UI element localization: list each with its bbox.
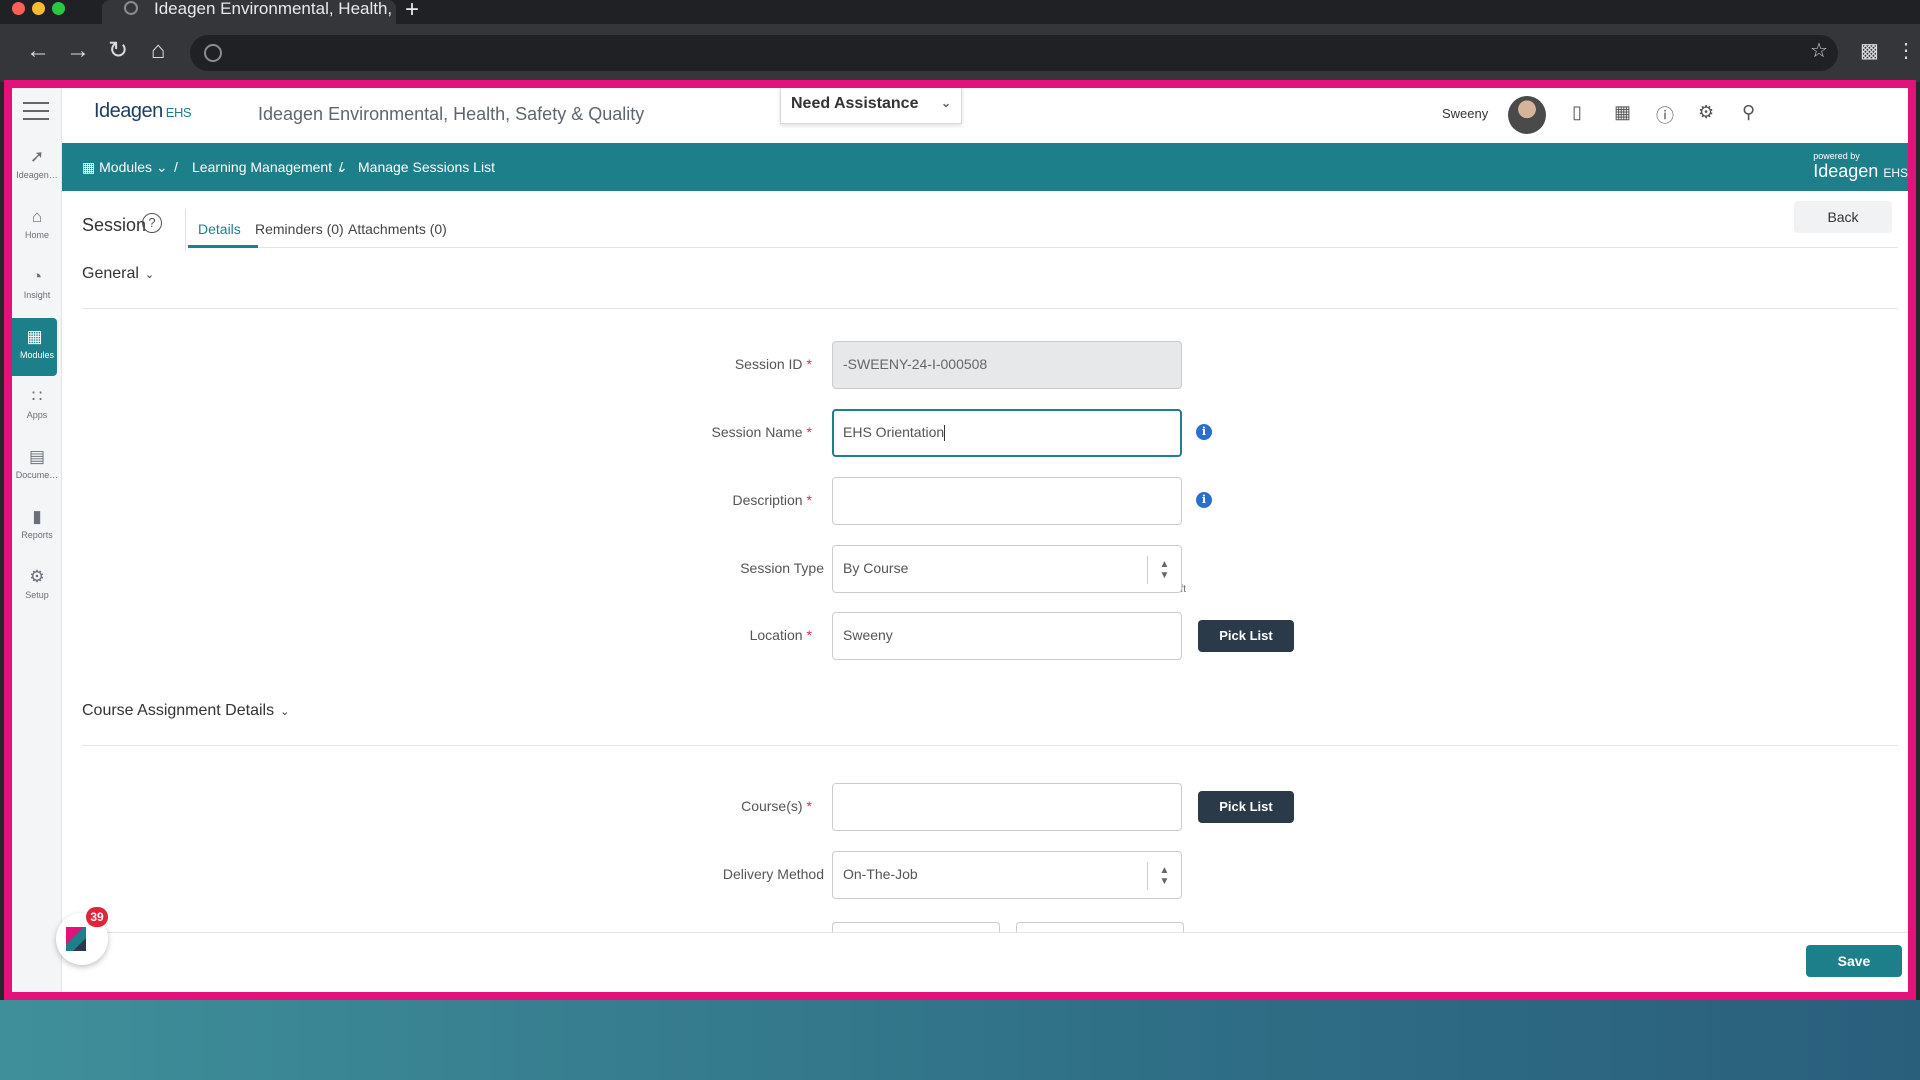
tab-attachments[interactable]: Attachments (0) — [348, 221, 447, 237]
page-title: Session — [82, 215, 147, 235]
session-id-label: Session ID * — [734, 356, 812, 372]
ideagen-cube-icon — [66, 927, 86, 951]
help-icon[interactable]: ⓘ — [1656, 102, 1674, 128]
modules-icon: ▦ — [26, 327, 43, 346]
rail-item-setup[interactable]: ⚙ Setup — [12, 558, 62, 616]
document-icon: ▤ — [28, 447, 46, 466]
rail-item-apps[interactable]: ∷ Apps — [12, 378, 62, 436]
app-frame: ➚ Ideagen… ⌂ Home ◔ Insight ▦ Modules ∷ … — [4, 80, 1916, 1000]
session-type-label: Session Type — [740, 560, 824, 576]
rail-item-home[interactable]: ⌂ Home — [12, 198, 62, 256]
back-button[interactable]: Back — [1794, 201, 1892, 233]
rail-item-reports[interactable]: ▮ Reports — [12, 498, 62, 556]
notification-badge: 39 — [86, 907, 108, 927]
rail-item-insight[interactable]: ◔ Insight — [12, 258, 62, 316]
delivery-method-select[interactable]: On-The-Job ▲ ▼ — [832, 851, 1182, 899]
home-browser-icon[interactable]: ⌂ — [142, 36, 174, 66]
browser-tab-title: Ideagen Environmental, Health, S — [154, 0, 396, 18]
forward-arrow-icon[interactable]: → — [62, 36, 94, 66]
home-icon: ⌂ — [31, 207, 43, 226]
app-header: Ideagen EHS Ideagen Environmental, Health… — [62, 88, 1908, 143]
rail-item-ideagen[interactable]: ➚ Ideagen… — [12, 138, 62, 196]
desktop-background — [0, 1000, 1920, 1080]
maximize-window-icon[interactable] — [52, 2, 65, 15]
rail-item-modules[interactable]: ▦ Modules — [12, 318, 57, 376]
address-globe-icon — [204, 44, 222, 62]
browser-tab[interactable]: Ideagen Environmental, Health, S — [102, 0, 396, 24]
description-input[interactable] — [832, 477, 1182, 525]
breadcrumb-learning-management[interactable]: Learning Management ⌄ — [192, 159, 348, 176]
mobile-icon[interactable]: ▯ — [1572, 102, 1582, 123]
session-name-input[interactable]: EHS Orientation — [832, 409, 1182, 457]
session-form: Session ? Details Reminders (0) Attachme… — [62, 191, 1908, 951]
reports-icon: ▮ — [32, 507, 42, 526]
browser-menu-icon[interactable]: ⋮ — [1896, 38, 1916, 63]
tabs-divider — [188, 247, 1898, 248]
breadcrumb-current: Manage Sessions List — [358, 159, 495, 175]
user-name[interactable]: Sweeny — [1442, 106, 1488, 121]
app-title: Ideagen Environmental, Health, Safety & … — [258, 104, 645, 124]
breadcrumb-modules[interactable]: ▦ Modules ⌄ — [82, 159, 168, 176]
apps-icon: ∷ — [31, 387, 43, 406]
tab-reminders[interactable]: Reminders (0) — [255, 221, 344, 237]
session-id-field: -SWEENY-24-I-000508 — [832, 341, 1182, 389]
select-arrows-icon: ▲ ▼ — [1147, 556, 1181, 584]
calendar-icon[interactable]: ▦ — [1614, 102, 1631, 123]
session-name-info-icon[interactable]: i — [1196, 424, 1212, 440]
close-window-icon[interactable] — [12, 2, 25, 15]
setup-icon: ⚙ — [29, 567, 45, 586]
help-circle-icon[interactable]: ? — [142, 213, 162, 233]
courses-input[interactable] — [832, 783, 1182, 831]
need-assistance-dropdown[interactable]: Need Assistance ⌄ — [780, 88, 962, 124]
chevron-down-icon: ⌄ — [940, 96, 951, 110]
tab-globe-icon — [124, 1, 138, 15]
chevron-down-icon: ⌄ — [280, 706, 290, 718]
active-tab-indicator — [188, 245, 258, 248]
hamburger-menu-icon[interactable] — [23, 102, 49, 120]
reload-icon[interactable]: ↻ — [102, 36, 134, 66]
bell-icon[interactable]: ⚙ — [1698, 102, 1714, 123]
new-tab-button[interactable]: + — [405, 0, 419, 24]
left-rail: ➚ Ideagen… ⌂ Home ◔ Insight ▦ Modules ∷ … — [12, 88, 62, 992]
avatar[interactable] — [1508, 96, 1546, 134]
text-caret — [944, 425, 946, 442]
browser-toolbar: ← → ↻ ⌂ ☆ ▩ ⋮ — [0, 24, 1920, 82]
section-divider — [82, 308, 1898, 309]
location-pin-icon[interactable]: ⚲ — [1742, 102, 1755, 123]
description-info-icon[interactable]: i — [1196, 492, 1212, 508]
delivery-method-label: Delivery Method — [722, 866, 824, 882]
tab-details[interactable]: Details — [198, 221, 241, 237]
breadcrumb: ▦ Modules ⌄ / Learning Management ⌄ / Ma… — [62, 143, 1908, 191]
select-arrows-icon: ▲ ▼ — [1147, 862, 1181, 890]
courses-label: Course(s) * — [741, 798, 812, 814]
address-bar[interactable] — [190, 35, 1838, 71]
breadcrumb-separator: / — [339, 159, 343, 175]
rail-item-documents[interactable]: ▤ Docume… — [12, 438, 62, 496]
powered-by-logo: powered by Ideagen EHS — [1813, 151, 1908, 181]
insight-icon: ◔ — [31, 267, 43, 286]
save-button[interactable]: Save — [1806, 945, 1902, 977]
location-input[interactable]: Sweeny — [832, 612, 1182, 660]
location-label: Location * — [749, 627, 812, 643]
general-section-toggle[interactable]: General ⌄ — [82, 265, 154, 283]
browser-tabstrip: Ideagen Environmental, Health, S + — [0, 0, 1920, 24]
form-footer: Save — [62, 932, 1908, 992]
floating-assistant-button[interactable]: 39 — [56, 907, 108, 965]
ideagen-logo[interactable]: Ideagen EHS — [94, 100, 192, 123]
minimize-window-icon[interactable] — [32, 2, 45, 15]
breadcrumb-separator: / — [174, 159, 178, 175]
description-label: Description * — [732, 492, 812, 508]
ideagen-mark-icon: ➚ — [29, 147, 45, 166]
back-arrow-icon[interactable]: ← — [22, 36, 54, 66]
courses-pick-list-button[interactable]: Pick List — [1198, 791, 1294, 823]
bookmark-star-icon[interactable]: ☆ — [1810, 38, 1828, 63]
chevron-down-icon: ⌄ — [144, 269, 155, 281]
section-divider — [82, 745, 1898, 746]
session-type-select[interactable]: By Course ▲ ▼ — [832, 545, 1182, 593]
tab-divider — [185, 209, 186, 251]
session-name-label: Session Name * — [711, 424, 813, 440]
course-assignment-section-toggle[interactable]: Course Assignment Details ⌄ — [82, 702, 289, 720]
location-pick-list-button[interactable]: Pick List — [1198, 620, 1294, 652]
extensions-icon[interactable]: ▩ — [1860, 38, 1879, 63]
